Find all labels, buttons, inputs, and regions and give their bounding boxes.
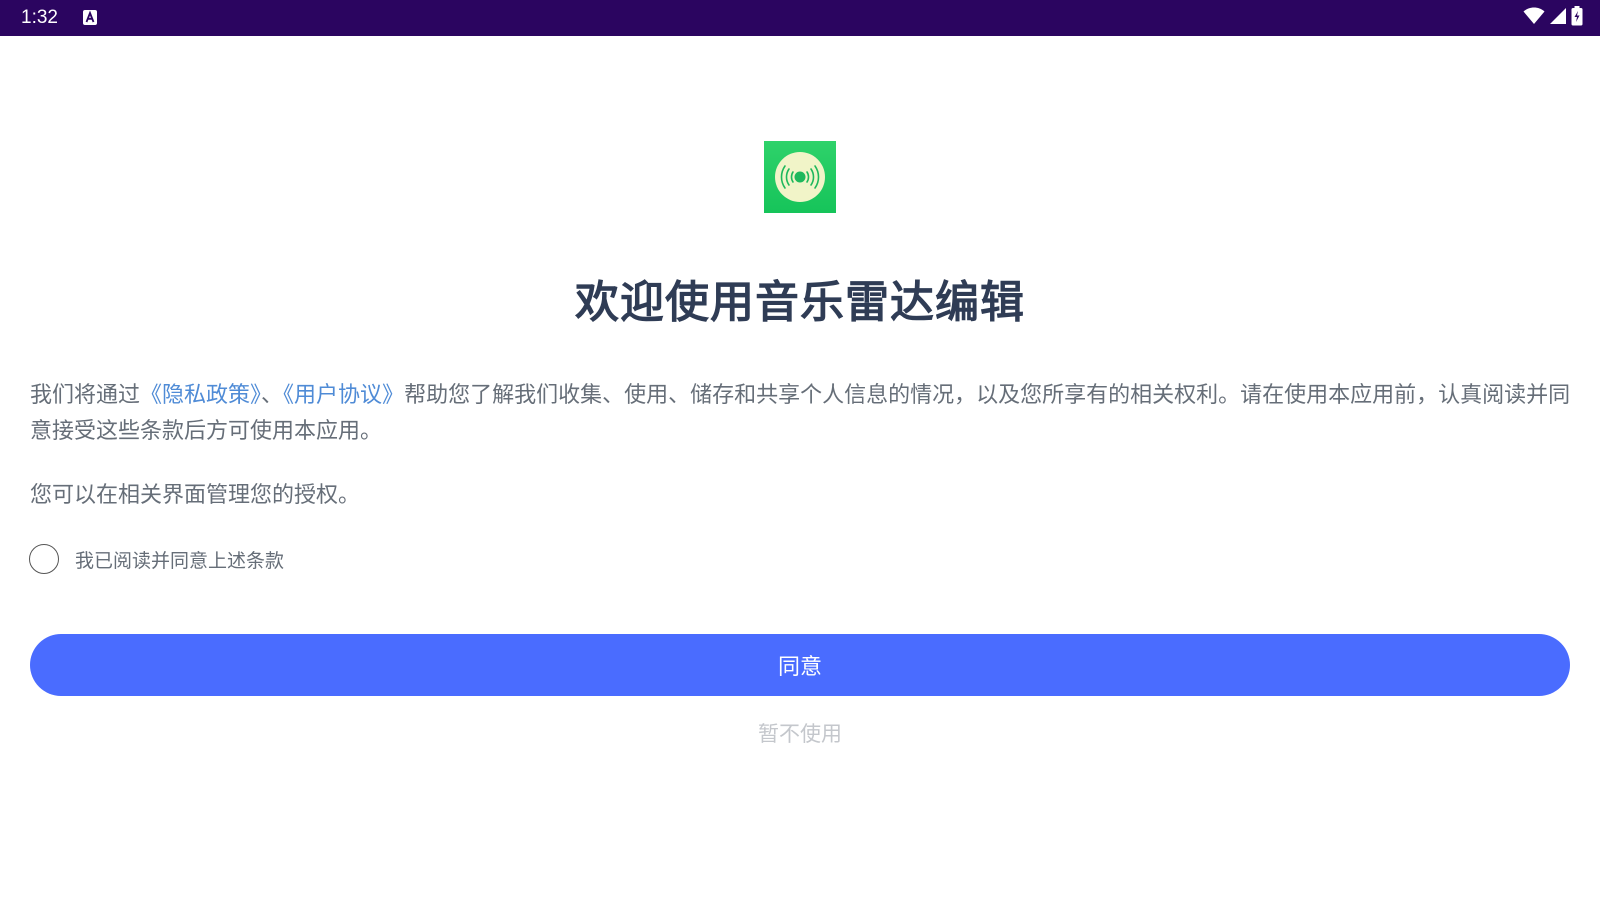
status-time: 1:32 [21, 7, 58, 28]
consent-checkbox-label[interactable]: 我已阅读并同意上述条款 [75, 546, 284, 573]
agree-button-label: 同意 [777, 655, 822, 680]
cellular-signal-icon [1549, 7, 1567, 29]
privacy-policy-link[interactable]: 《隐私政策》 [140, 383, 261, 408]
notice-prefix: 我们将通过 [30, 383, 141, 408]
user-agreement-link[interactable]: 《用户协议》 [283, 383, 404, 408]
privacy-notice-text: 我们将通过《隐私政策》、《用户协议》帮助您了解我们收集、使用、储存和共享个人信息… [30, 378, 1575, 450]
wifi-icon [1523, 7, 1545, 29]
status-bar: 1:32 [0, 0, 1600, 36]
page-title: 欢迎使用音乐雷达编辑 [575, 277, 1025, 328]
consent-row[interactable]: 我已阅读并同意上述条款 [29, 542, 284, 576]
manage-authorization-text: 您可以在相关界面管理您的授权。 [30, 483, 361, 508]
agree-button[interactable]: 同意 [30, 634, 1570, 696]
decline-button[interactable]: 暂不使用 [0, 719, 1600, 749]
notice-separator: 、 [261, 383, 284, 408]
text-a-box-icon [83, 10, 97, 25]
consent-checkbox[interactable] [29, 544, 59, 574]
battery-charging-icon [1571, 6, 1583, 30]
status-icons [1523, 6, 1583, 30]
music-radar-icon [764, 141, 836, 213]
